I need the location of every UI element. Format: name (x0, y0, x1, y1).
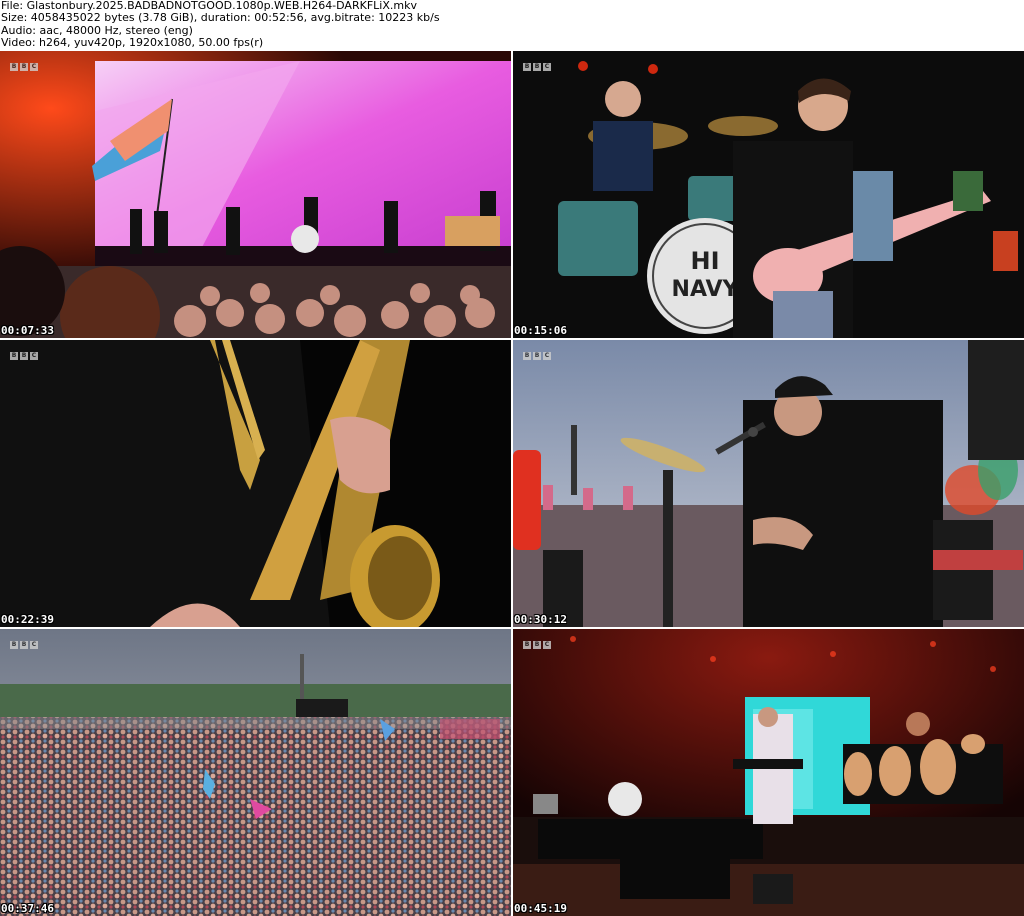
frame-timestamp: 00:30:12 (514, 613, 567, 626)
frame-2-image: HI NAVY (513, 51, 1024, 338)
thumbnail-frame-3[interactable]: B B C 00:22:39 (0, 340, 511, 627)
drum-text-line-1: HI (690, 247, 719, 275)
thumbnail-frame-4[interactable]: B B C 00:30:12 (513, 340, 1024, 627)
logo-letter-2: B (533, 63, 541, 71)
channel-logo: B B C (10, 641, 38, 649)
file-info-header: File: Glastonbury.2025.BADBADNOTGOOD.108… (0, 0, 1024, 50)
logo-letter-3: C (543, 352, 551, 360)
video-info-line: Video: h264, yuv420p, 1920x1080, 50.00 f… (1, 37, 264, 50)
frame-3-image (0, 340, 511, 627)
channel-logo: B B C (523, 352, 551, 360)
logo-letter-1: B (523, 63, 531, 71)
logo-letter-3: C (30, 352, 38, 360)
channel-logo: B B C (10, 352, 38, 360)
frame-timestamp: 00:22:39 (1, 613, 54, 626)
frame-4-image (513, 340, 1024, 627)
frame-1-image (0, 51, 511, 338)
logo-letter-1: B (10, 63, 18, 71)
logo-letter-1: B (10, 352, 18, 360)
logo-letter-1: B (523, 352, 531, 360)
logo-letter-2: B (20, 352, 28, 360)
thumbnail-frame-1[interactable]: B B C 00:07:33 (0, 51, 511, 338)
logo-letter-2: B (533, 641, 541, 649)
file-name-line: File: Glastonbury.2025.BADBADNOTGOOD.108… (1, 0, 417, 12)
logo-letter-3: C (30, 63, 38, 71)
frame-timestamp: 00:15:06 (514, 324, 567, 337)
logo-letter-2: B (20, 63, 28, 71)
frame-timestamp: 00:37:46 (1, 902, 54, 915)
logo-letter-3: C (543, 63, 551, 71)
audio-info-line: Audio: aac, 48000 Hz, stereo (eng) (1, 24, 193, 37)
drum-text-line-2: NAVY (672, 277, 740, 302)
channel-logo: B B C (523, 63, 551, 71)
frame-timestamp: 00:07:33 (1, 324, 54, 337)
channel-logo: B B C (523, 641, 551, 649)
file-size-line: Size: 4058435022 bytes (3.78 GiB), durat… (1, 12, 440, 25)
logo-letter-1: B (523, 641, 531, 649)
frame-6-image (513, 629, 1024, 916)
logo-letter-3: C (30, 641, 38, 649)
logo-letter-3: C (543, 641, 551, 649)
logo-letter-1: B (10, 641, 18, 649)
thumbnail-frame-2[interactable]: HI NAVY B B C 00:15:06 (513, 51, 1024, 338)
thumbnail-frame-6[interactable]: B B C 00:45:19 (513, 629, 1024, 916)
channel-logo: B B C (10, 63, 38, 71)
logo-letter-2: B (533, 352, 541, 360)
frame-timestamp: 00:45:19 (514, 902, 567, 915)
logo-letter-2: B (20, 641, 28, 649)
thumbnail-grid: B B C 00:07:33 HI NAVY B B C 00:15:06 B … (0, 51, 1024, 916)
frame-5-image (0, 629, 511, 916)
thumbnail-frame-5[interactable]: B B C 00:37:46 (0, 629, 511, 916)
